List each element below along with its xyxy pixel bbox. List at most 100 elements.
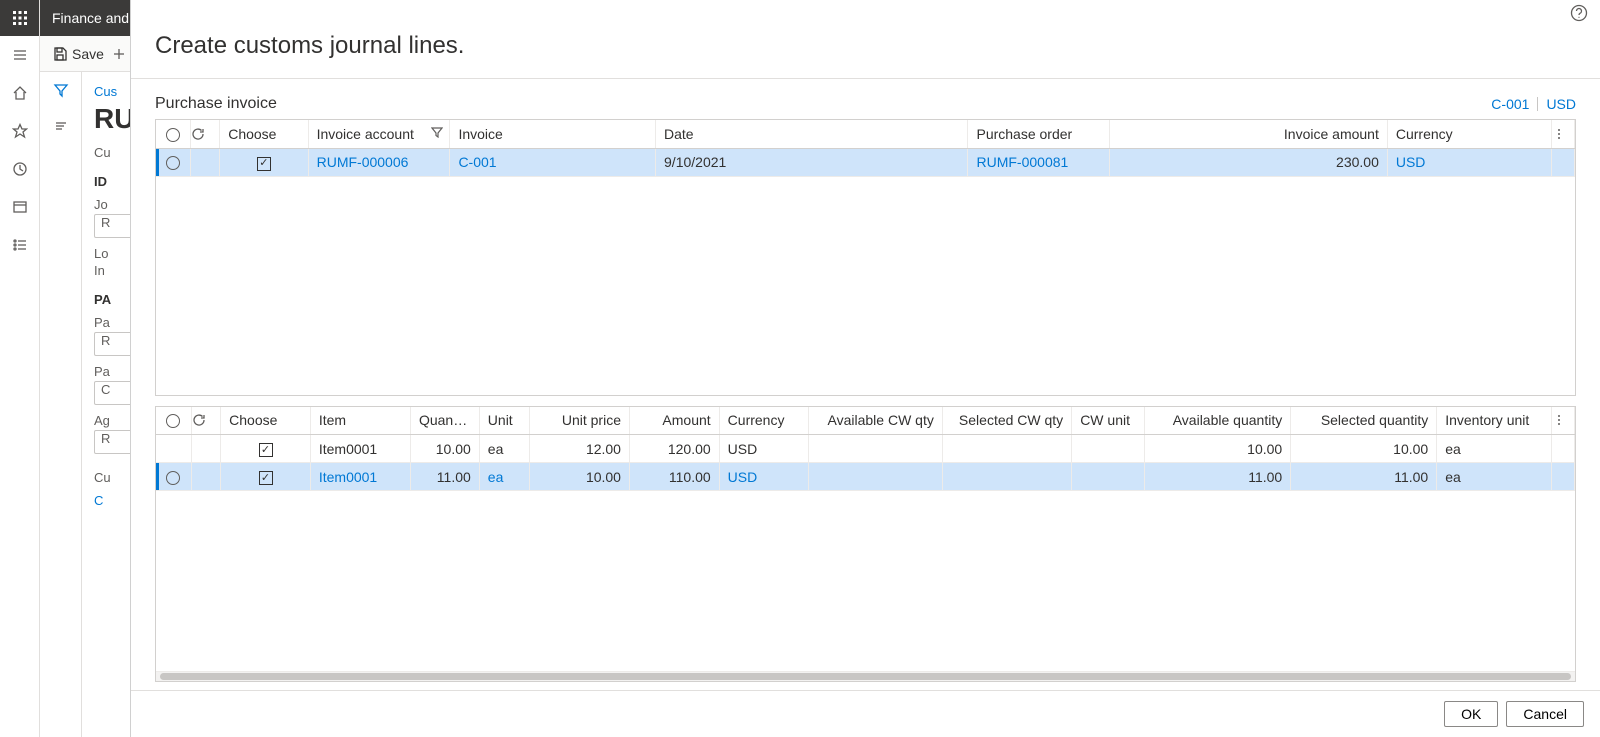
- cell-date: 9/10/2021: [656, 148, 968, 176]
- cell-blank: [1551, 435, 1574, 463]
- new-button[interactable]: [112, 47, 126, 61]
- cell-currency[interactable]: USD: [719, 463, 809, 491]
- col-quantity[interactable]: Quantity: [410, 407, 479, 435]
- col-inventory-unit[interactable]: Inventory unit: [1437, 407, 1552, 435]
- save-label: Save: [72, 46, 104, 62]
- header-more[interactable]: [1551, 407, 1574, 435]
- cell-currency[interactable]: USD: [1387, 148, 1551, 176]
- checkbox-icon: ✓: [259, 471, 273, 485]
- cell-cw-unit: [1072, 463, 1145, 491]
- workspace-icon: [12, 199, 28, 215]
- section-label: Purchase invoice: [155, 95, 277, 113]
- cell-selected-quantity: 10.00: [1291, 435, 1437, 463]
- cell-selected-quantity: 11.00: [1291, 463, 1437, 491]
- col-selected-quantity[interactable]: Selected quantity: [1291, 407, 1437, 435]
- col-currency[interactable]: Currency: [719, 407, 809, 435]
- col-cw-unit[interactable]: CW unit: [1072, 407, 1145, 435]
- cell-choose[interactable]: ✓: [221, 435, 311, 463]
- more-vertical-icon: [1552, 127, 1566, 141]
- table-row[interactable]: ✓ Item0001 10.00 ea 12.00 120.00 USD 10.…: [156, 435, 1575, 463]
- nav-favorites[interactable]: [0, 112, 39, 150]
- hamburger-icon: [12, 47, 28, 63]
- cell-amount: 110.00: [629, 463, 719, 491]
- app-title: Finance and: [52, 10, 129, 26]
- col-purchase-order[interactable]: Purchase order: [968, 120, 1110, 148]
- col-amount[interactable]: Amount: [629, 407, 719, 435]
- help-icon: [1570, 4, 1588, 22]
- cell-invoice-amount: 230.00: [1110, 148, 1388, 176]
- col-invoice-account[interactable]: Invoice account: [308, 120, 450, 148]
- nav-recent[interactable]: [0, 150, 39, 188]
- col-unit-price[interactable]: Unit price: [529, 407, 629, 435]
- filter-icon[interactable]: [431, 126, 443, 138]
- radio-icon: [166, 128, 180, 142]
- header-select-all[interactable]: [156, 120, 191, 148]
- header-refresh[interactable]: [191, 407, 220, 435]
- col-date[interactable]: Date: [656, 120, 968, 148]
- col-unit[interactable]: Unit: [479, 407, 529, 435]
- radio-icon: [166, 471, 180, 485]
- cell-unit-price: 12.00: [529, 435, 629, 463]
- filter-pane-toggle[interactable]: [40, 72, 81, 108]
- summary-invoice-link[interactable]: C-001: [1491, 96, 1529, 112]
- cell-amount: 120.00: [629, 435, 719, 463]
- nav-home[interactable]: [0, 74, 39, 112]
- table-row[interactable]: ✓ Item0001 11.00 ea 10.00 110.00 USD 11.…: [156, 463, 1575, 491]
- checkbox-icon: ✓: [259, 443, 273, 457]
- header-select-all[interactable]: [156, 407, 191, 435]
- col-choose[interactable]: Choose: [221, 407, 311, 435]
- cancel-button[interactable]: Cancel: [1506, 701, 1584, 727]
- col-available-cw-qty[interactable]: Available CW qty: [809, 407, 943, 435]
- nav-modules[interactable]: [0, 226, 39, 264]
- cell-currency[interactable]: USD: [719, 435, 809, 463]
- horizontal-scrollbar[interactable]: [156, 671, 1575, 681]
- filter-rail: [40, 72, 82, 737]
- dialog-create-customs-journal-lines: Create customs journal lines. Purchase i…: [130, 0, 1600, 737]
- cell-blank: [191, 435, 220, 463]
- lines-grid: Choose Item Quantity Unit Unit price Amo…: [155, 406, 1576, 683]
- col-currency[interactable]: Currency: [1387, 120, 1551, 148]
- header-refresh[interactable]: [191, 120, 220, 148]
- dialog-footer: OK Cancel: [131, 690, 1600, 737]
- cell-invoice[interactable]: C-001: [450, 148, 656, 176]
- related-info-toggle[interactable]: [40, 108, 81, 144]
- filter-icon: [53, 82, 69, 98]
- cell-purchase-order[interactable]: RUMF-000081: [968, 148, 1110, 176]
- cell-choose[interactable]: ✓: [220, 148, 308, 176]
- cell-unit[interactable]: ea: [479, 463, 529, 491]
- cell-blank: [1552, 148, 1575, 176]
- cell-invoice-account[interactable]: RUMF-000006: [308, 148, 450, 176]
- col-choose[interactable]: Choose: [220, 120, 308, 148]
- help-button[interactable]: [1570, 4, 1588, 22]
- col-selected-cw-qty[interactable]: Selected CW qty: [942, 407, 1071, 435]
- more-vertical-icon: [1552, 413, 1566, 427]
- row-selector[interactable]: [156, 463, 191, 491]
- summary-currency-link[interactable]: USD: [1546, 96, 1576, 112]
- save-button[interactable]: Save: [52, 46, 104, 62]
- cell-choose[interactable]: ✓: [221, 463, 311, 491]
- dialog-title: Create customs journal lines.: [131, 22, 1600, 78]
- table-row[interactable]: ✓ RUMF-000006 C-001 9/10/2021 RUMF-00008…: [156, 148, 1575, 176]
- cell-available-cw-qty: [809, 435, 943, 463]
- app-launcher-button[interactable]: [0, 0, 39, 36]
- col-invoice-amount[interactable]: Invoice amount: [1110, 120, 1388, 148]
- refresh-icon: [191, 127, 205, 141]
- cell-blank: [1551, 463, 1574, 491]
- nav-workspaces[interactable]: [0, 188, 39, 226]
- row-selector[interactable]: [156, 435, 191, 463]
- waffle-icon: [12, 10, 28, 26]
- col-available-quantity[interactable]: Available quantity: [1145, 407, 1291, 435]
- hamburger-button[interactable]: [0, 36, 39, 74]
- cell-unit[interactable]: ea: [479, 435, 529, 463]
- ok-button[interactable]: OK: [1444, 701, 1498, 727]
- grid-header-row: Choose Invoice account Invoice Date Purc…: [156, 120, 1575, 148]
- cell-item[interactable]: Item0001: [310, 463, 410, 491]
- header-more[interactable]: [1552, 120, 1575, 148]
- cell-item[interactable]: Item0001: [310, 435, 410, 463]
- col-item[interactable]: Item: [310, 407, 410, 435]
- cell-available-quantity: 11.00: [1145, 463, 1291, 491]
- row-selector[interactable]: [156, 148, 191, 176]
- purchase-invoice-grid: Choose Invoice account Invoice Date Purc…: [155, 119, 1576, 396]
- col-invoice[interactable]: Invoice: [450, 120, 656, 148]
- radio-icon: [166, 414, 180, 428]
